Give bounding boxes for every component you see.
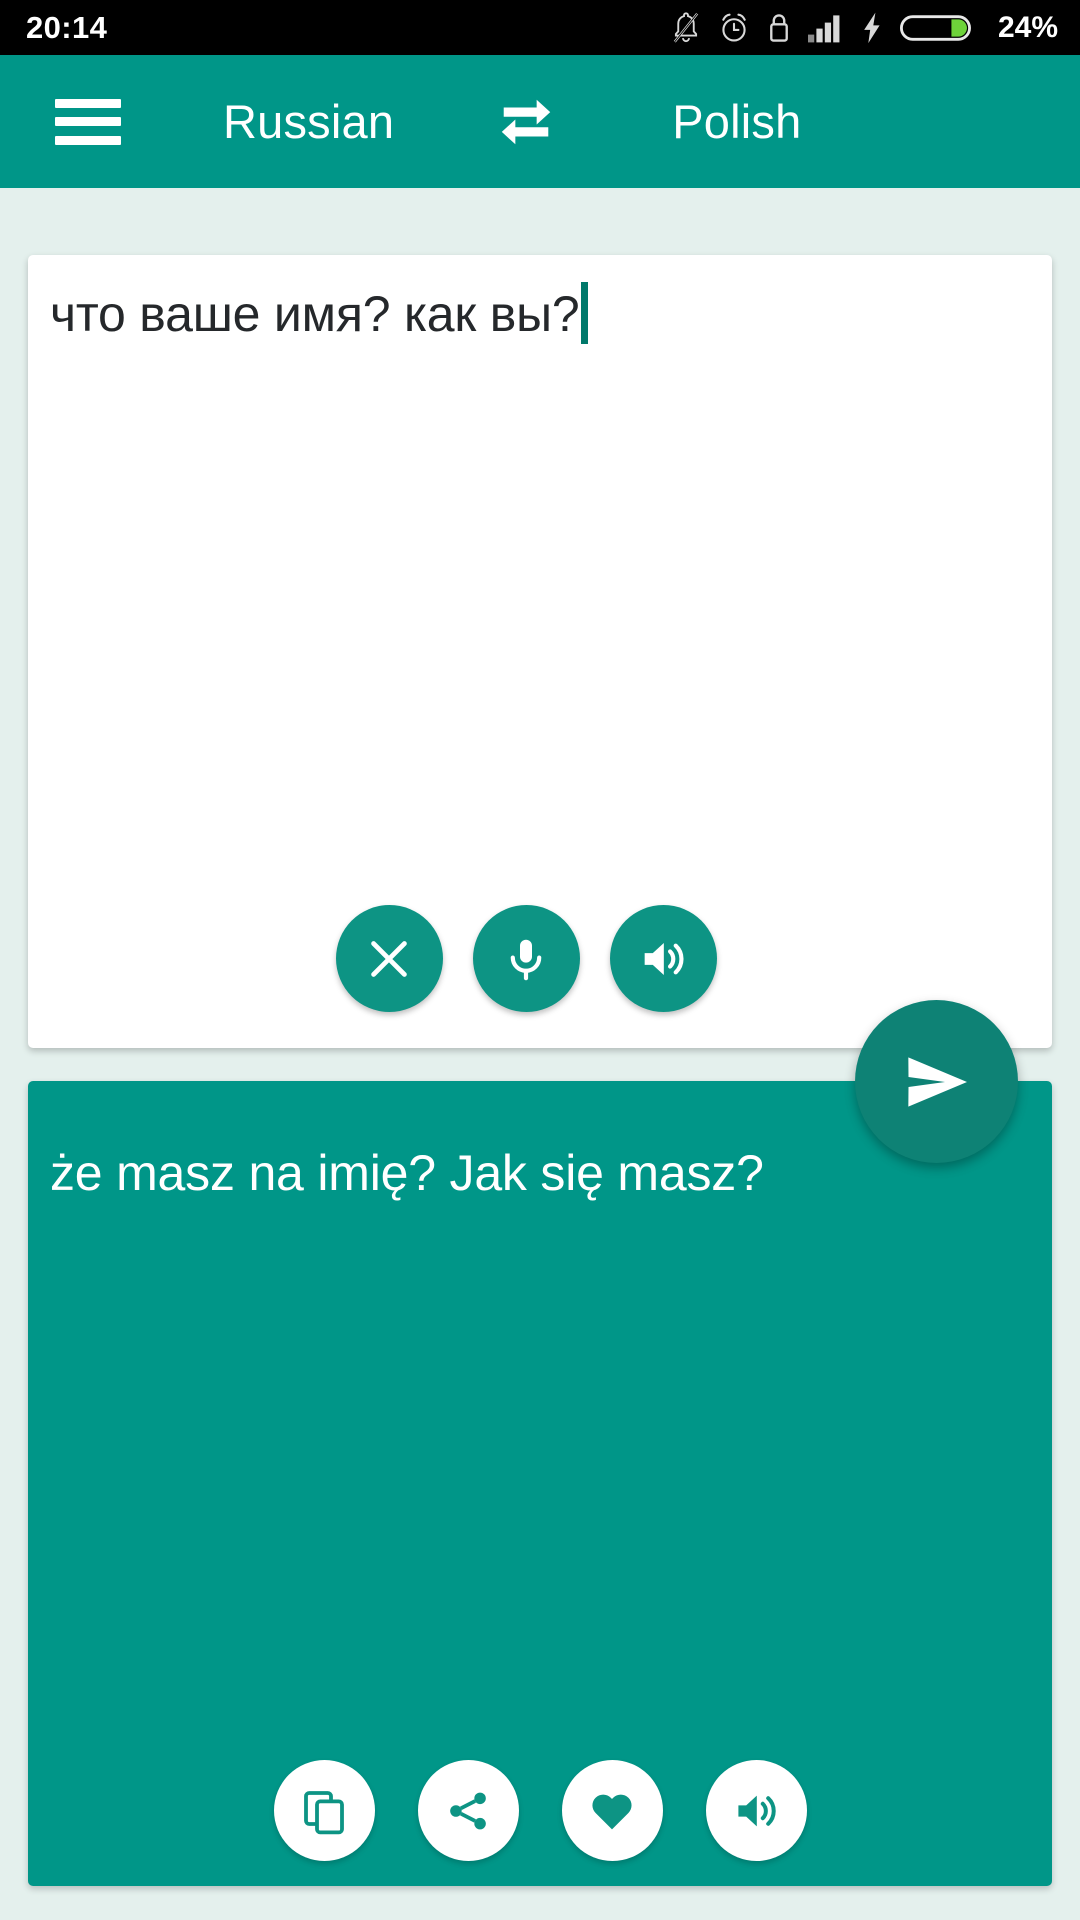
lock-icon	[770, 13, 788, 42]
clear-button[interactable]	[335, 905, 443, 1012]
send-icon	[907, 1056, 967, 1107]
speak-translation-button[interactable]	[705, 1760, 807, 1861]
translate-send-button[interactable]	[855, 1000, 1018, 1163]
hamburger-bar-2	[55, 117, 121, 126]
status-bar-icons: 24%	[671, 11, 1058, 45]
status-bar: 20:14 24%	[0, 0, 1080, 55]
copy-icon	[304, 1790, 344, 1834]
hamburger-bar-1	[55, 98, 121, 108]
battery-icon	[899, 14, 971, 41]
source-language-button[interactable]: Russian	[223, 94, 394, 149]
status-bar-clock: 20:14	[26, 9, 108, 45]
hamburger-menu-icon[interactable]	[55, 98, 121, 145]
swap-languages-icon[interactable]	[495, 91, 557, 153]
copy-button[interactable]	[273, 1760, 375, 1861]
speak-source-button[interactable]	[609, 905, 717, 1012]
charging-bolt-icon	[864, 12, 880, 43]
signal-bars-icon	[807, 14, 840, 42]
hamburger-bar-3	[55, 135, 121, 145]
source-actions-row	[0, 905, 1052, 1012]
share-icon	[450, 1792, 486, 1829]
bell-muted-icon	[673, 11, 699, 43]
volume-icon	[738, 1795, 776, 1826]
source-text-value: что ваше имя? как вы?	[50, 286, 580, 342]
volume-icon	[644, 942, 684, 975]
translation-text: że masz na imię? Jak się masz?	[50, 1145, 764, 1201]
app-toolbar: Russian Polish	[0, 55, 1080, 188]
text-cursor	[581, 282, 589, 344]
heart-icon	[592, 1794, 632, 1829]
source-text-area[interactable]: что ваше имя? как вы?	[50, 282, 950, 344]
favorite-button[interactable]	[561, 1760, 663, 1861]
alarm-clock-icon	[722, 13, 746, 41]
translation-actions-row	[28, 1760, 1052, 1861]
close-icon	[371, 940, 407, 977]
battery-percent-label: 24%	[997, 10, 1058, 44]
app-screen: 20:14 24% Russian Polish что ваше имя? к…	[0, 0, 1080, 1920]
microphone-icon	[510, 939, 542, 980]
share-button[interactable]	[417, 1760, 519, 1861]
microphone-button[interactable]	[472, 905, 580, 1012]
target-language-button[interactable]: Polish	[672, 94, 801, 149]
